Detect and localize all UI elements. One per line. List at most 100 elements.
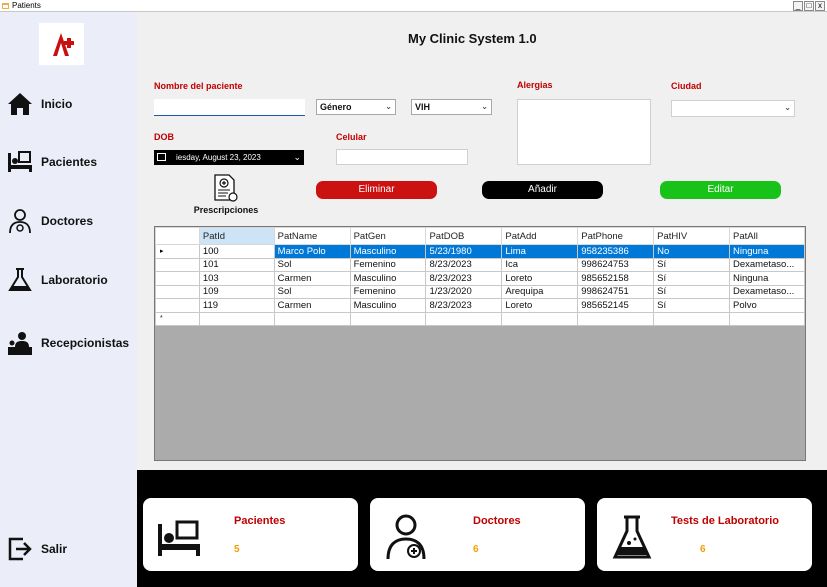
stat-title: Pacientes bbox=[234, 515, 286, 527]
celular-input[interactable] bbox=[336, 149, 468, 165]
table-cell[interactable]: Dexametaso... bbox=[728, 284, 805, 299]
new-row-marker: * bbox=[155, 311, 200, 326]
eliminar-button[interactable]: Eliminar bbox=[316, 181, 437, 199]
table-cell[interactable]: Sol bbox=[273, 284, 351, 299]
table-cell[interactable] bbox=[425, 311, 503, 326]
table-cell[interactable]: Ninguna bbox=[728, 271, 805, 286]
table-cell[interactable]: 5/23/1980 bbox=[425, 244, 503, 259]
column-header[interactable]: PatHIV bbox=[653, 227, 730, 245]
ciudad-label: Ciudad bbox=[671, 81, 702, 91]
table-cell[interactable]: 119 bbox=[198, 298, 275, 313]
table-cell[interactable]: Ica bbox=[501, 257, 579, 272]
table-cell[interactable]: Masculino bbox=[349, 244, 427, 259]
minimize-button[interactable]: _ bbox=[793, 1, 803, 11]
table-cell[interactable]: Carmen bbox=[273, 271, 351, 286]
dob-label: DOB bbox=[154, 132, 174, 142]
column-header[interactable]: PatAdd bbox=[501, 227, 579, 245]
column-header[interactable]: PatName bbox=[273, 227, 351, 245]
table-cell[interactable]: 101 bbox=[198, 257, 275, 272]
vih-select[interactable]: VIH ⌄ bbox=[411, 99, 492, 115]
table-cell[interactable] bbox=[577, 311, 655, 326]
table-cell[interactable]: 1/23/2020 bbox=[425, 284, 503, 299]
table-cell[interactable]: No bbox=[653, 244, 730, 259]
table-cell[interactable] bbox=[273, 311, 351, 326]
table-cell[interactable]: Femenino bbox=[349, 257, 427, 272]
table-cell[interactable]: Sí bbox=[653, 257, 730, 272]
table-cell[interactable]: 8/23/2023 bbox=[425, 298, 503, 313]
table-row[interactable]: 101 Sol Femenino 8/23/2023 Ica 998624753… bbox=[155, 257, 805, 272]
chevron-down-icon: ⌄ bbox=[385, 102, 392, 111]
table-cell[interactable]: 998624753 bbox=[577, 257, 655, 272]
exit-icon bbox=[8, 537, 32, 561]
new-table-row[interactable]: * bbox=[155, 311, 805, 326]
table-cell[interactable]: 958235386 bbox=[577, 244, 655, 259]
prescripciones-button[interactable]: Prescripciones bbox=[190, 173, 262, 215]
table-cell[interactable]: Lima bbox=[501, 244, 579, 259]
flask-icon bbox=[612, 515, 652, 559]
sidebar-item-doctores[interactable]: Doctores bbox=[7, 208, 93, 234]
prescription-icon bbox=[214, 174, 238, 202]
table-cell[interactable]: Sí bbox=[653, 298, 730, 313]
table-cell[interactable]: Masculino bbox=[349, 298, 427, 313]
table-row[interactable]: 119 Carmen Masculino 8/23/2023 Loreto 98… bbox=[155, 298, 805, 313]
exit-button[interactable]: Salir bbox=[7, 536, 67, 562]
table-cell[interactable]: 100 bbox=[198, 244, 275, 259]
editar-button[interactable]: Editar bbox=[660, 181, 781, 199]
table-row[interactable]: 103 Carmen Masculino 8/23/2023 Loreto 98… bbox=[155, 271, 805, 286]
table-cell[interactable]: Loreto bbox=[501, 271, 579, 286]
nombre-input[interactable] bbox=[154, 99, 305, 116]
table-cell[interactable]: 985652145 bbox=[577, 298, 655, 313]
chevron-down-icon: ⌄ bbox=[784, 103, 791, 112]
table-cell[interactable]: Polvo bbox=[728, 298, 805, 313]
chevron-down-icon: ⌄ bbox=[293, 152, 301, 162]
table-row[interactable]: 109 Sol Femenino 1/23/2020 Arequipa 9986… bbox=[155, 284, 805, 299]
dob-datepicker[interactable]: iesday, August 23, 2023 ⌄ bbox=[154, 150, 304, 165]
table-cell[interactable] bbox=[728, 311, 805, 326]
table-cell[interactable]: 998624751 bbox=[577, 284, 655, 299]
table-cell[interactable] bbox=[349, 311, 427, 326]
table-cell[interactable]: Arequipa bbox=[501, 284, 579, 299]
doctor-icon bbox=[9, 209, 31, 234]
row-selector-icon: ▸ bbox=[155, 244, 200, 259]
column-header[interactable]: PatGen bbox=[349, 227, 427, 245]
row-header bbox=[155, 257, 200, 272]
table-cell[interactable] bbox=[198, 311, 275, 326]
anadir-button[interactable]: Añadir bbox=[482, 181, 603, 199]
maximize-button[interactable]: □ bbox=[804, 1, 814, 11]
page-title: My Clinic System 1.0 bbox=[408, 31, 537, 46]
table-cell[interactable]: Masculino bbox=[349, 271, 427, 286]
home-icon bbox=[8, 93, 32, 115]
table-cell[interactable]: 8/23/2023 bbox=[425, 271, 503, 286]
table-cell[interactable]: 103 bbox=[198, 271, 275, 286]
dob-value: iesday, August 23, 2023 bbox=[176, 153, 261, 162]
column-header[interactable]: PatAll bbox=[728, 227, 805, 245]
column-header[interactable]: PatPhone bbox=[577, 227, 655, 245]
ciudad-select[interactable]: ⌄ bbox=[671, 100, 795, 117]
column-header[interactable]: PatId bbox=[198, 227, 275, 245]
table-cell[interactable]: Femenino bbox=[349, 284, 427, 299]
sidebar-item-inicio[interactable]: Inicio bbox=[7, 91, 72, 117]
table-cell[interactable]: 8/23/2023 bbox=[425, 257, 503, 272]
table-cell[interactable]: Sí bbox=[653, 271, 730, 286]
sidebar-item-laboratorio[interactable]: Laboratorio bbox=[7, 267, 108, 293]
table-cell[interactable] bbox=[501, 311, 579, 326]
alergias-textarea[interactable] bbox=[517, 99, 651, 165]
table-cell[interactable]: 109 bbox=[198, 284, 275, 299]
table-cell[interactable]: Sí bbox=[653, 284, 730, 299]
table-cell[interactable]: Loreto bbox=[501, 298, 579, 313]
table-cell[interactable]: Dexametaso... bbox=[728, 257, 805, 272]
table-row[interactable]: ▸ 100 Marco Polo Masculino 5/23/1980 Lim… bbox=[155, 244, 805, 259]
genero-select[interactable]: Género ⌄ bbox=[316, 99, 396, 115]
column-header[interactable]: PatDOB bbox=[425, 227, 503, 245]
sidebar-item-pacientes[interactable]: Pacientes bbox=[7, 149, 97, 175]
sidebar-item-recepcionistas[interactable]: Recepcionistas bbox=[7, 330, 129, 356]
close-button[interactable]: x bbox=[815, 1, 825, 11]
table-cell[interactable]: Carmen bbox=[273, 298, 351, 313]
table-cell[interactable] bbox=[653, 311, 730, 326]
table-cell[interactable]: Marco Polo bbox=[273, 244, 351, 259]
table-cell[interactable]: Ninguna bbox=[728, 244, 805, 259]
patients-grid[interactable]: PatId PatName PatGen PatDOB PatAdd PatPh… bbox=[154, 226, 806, 461]
table-cell[interactable]: Sol bbox=[273, 257, 351, 272]
table-cell[interactable]: 985652158 bbox=[577, 271, 655, 286]
row-header bbox=[155, 271, 200, 286]
